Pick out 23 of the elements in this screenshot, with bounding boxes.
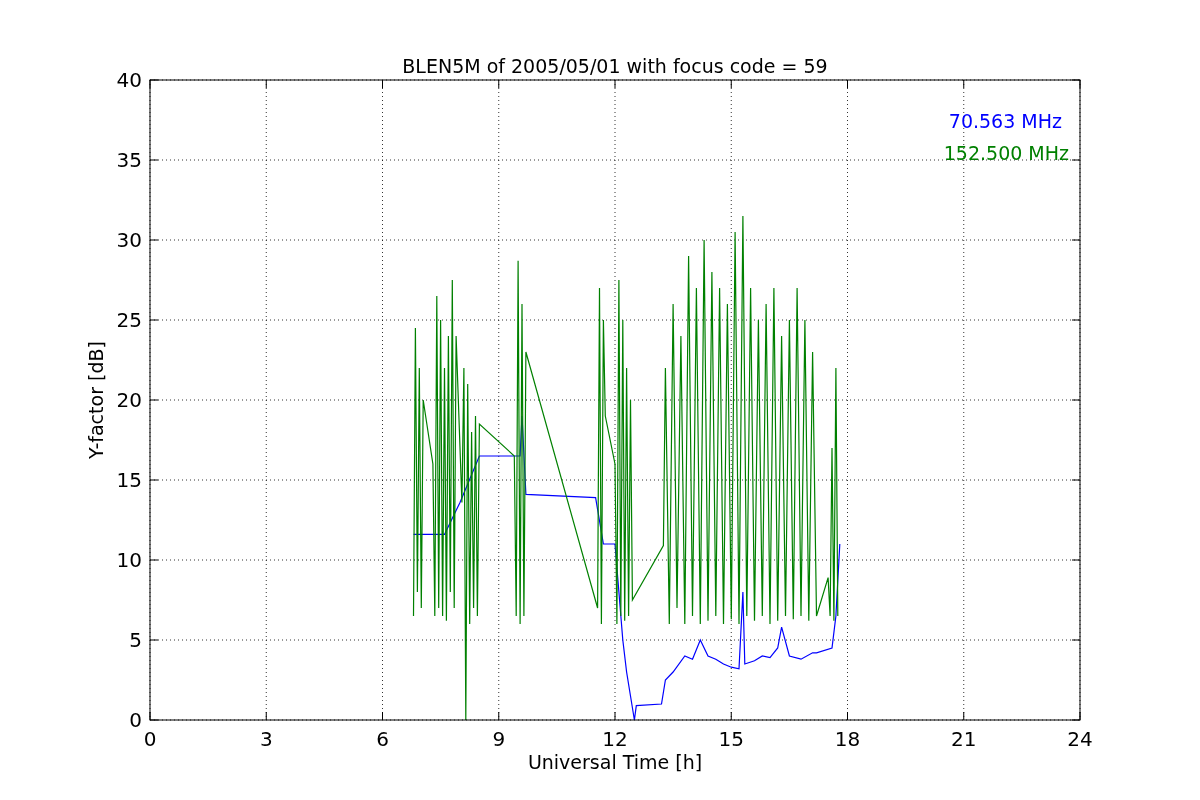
tick-label: 21: [951, 727, 977, 751]
legend-label: 152.500 MHz: [943, 142, 1069, 164]
tick-label: 3: [259, 727, 273, 751]
tick-label: 10: [116, 548, 142, 572]
tick-label: 18: [834, 727, 861, 751]
chart-title: BLEN5M of 2005/05/01 with focus code = 59: [402, 55, 828, 77]
tick-label: 40: [116, 68, 142, 92]
tick-label: 24: [1067, 727, 1093, 751]
tick-label: 15: [718, 727, 744, 751]
tick-label: 6: [376, 727, 389, 751]
tick-label: 35: [116, 148, 142, 172]
tick-label: 12: [602, 727, 628, 751]
tick-label: 0: [129, 708, 142, 732]
legend-label: 70.563 MHz: [948, 110, 1062, 132]
tick-label: 30: [116, 228, 142, 252]
tick-label: 5: [129, 628, 142, 652]
tick-label: 0: [143, 727, 157, 751]
tick-label: 9: [492, 727, 506, 751]
y-axis-label: Y-factor [dB]: [85, 341, 107, 459]
tick-label: 25: [116, 308, 142, 332]
tick-label: 15: [116, 468, 142, 492]
tick-label: 20: [116, 388, 142, 412]
x-axis-label: Universal Time [h]: [527, 751, 703, 773]
